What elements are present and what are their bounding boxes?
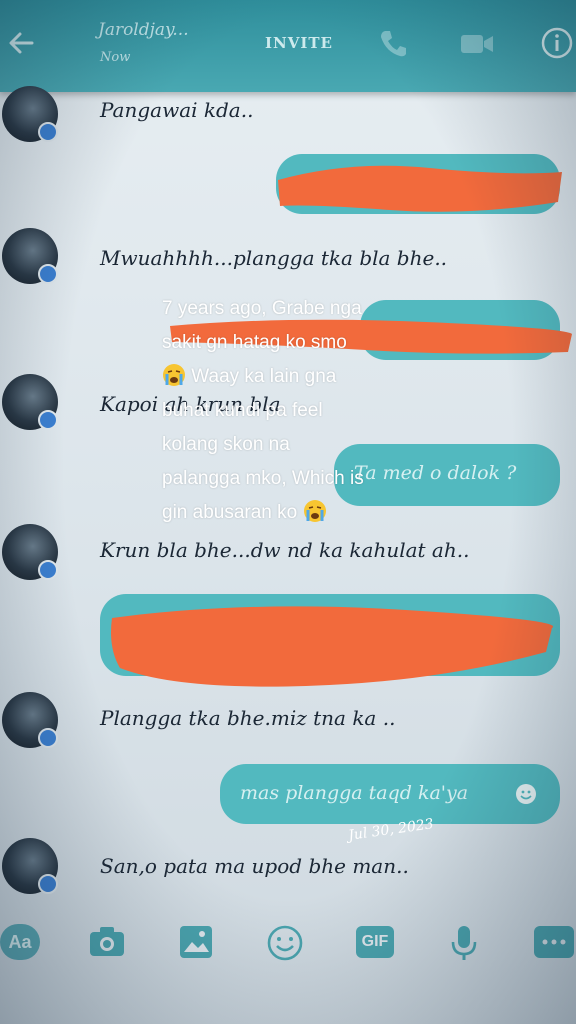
chat-header: Jaroldjay... Now INVITE [0, 0, 576, 92]
smiley-emoji-icon [516, 784, 536, 804]
info-icon[interactable] [540, 26, 574, 60]
messenger-badge-icon [38, 410, 58, 430]
caption-text: Waay ka lain gna [191, 366, 337, 387]
camera-icon[interactable] [88, 924, 126, 960]
mic-icon[interactable] [450, 924, 478, 962]
emoji-icon[interactable] [266, 924, 304, 962]
invite-button[interactable]: INVITE [265, 34, 333, 52]
more-icon[interactable] [534, 926, 574, 958]
contact-avatar[interactable] [2, 524, 58, 580]
redaction-scribble [111, 606, 554, 687]
back-arrow-icon[interactable] [4, 26, 38, 60]
gif-icon[interactable]: GIF [356, 926, 394, 958]
contact-avatar[interactable] [2, 228, 58, 284]
caption-text: gin abusaran ko [162, 502, 298, 523]
caption-line: kolang skon na [162, 434, 290, 455]
messenger-badge-icon [38, 728, 58, 748]
more-dots-icon [542, 939, 566, 945]
chat-screen: Jaroldjay... Now INVITE Pangawai kda.. M… [0, 0, 576, 1024]
outgoing-message-text: mas plangga taqd ka'ya [240, 782, 469, 804]
messenger-badge-icon [38, 874, 58, 894]
contact-avatar[interactable] [2, 86, 58, 142]
crying-face-icon [163, 364, 185, 386]
caption-line: buhat kundi pa feel [162, 400, 323, 421]
incoming-message: Plangga tka bhe.miz tna ka .. [100, 706, 396, 730]
caption-line: 7 years ago, Grabe nga [162, 298, 362, 319]
caption-line: sakit gn hatag ko smo [162, 332, 347, 353]
messenger-badge-icon [38, 122, 58, 142]
crying-face-icon [303, 500, 326, 522]
gallery-icon[interactable] [178, 924, 214, 960]
caption-line: Waay ka lain gna [162, 360, 432, 394]
caption-line: palangga mko, Which is [162, 468, 364, 489]
contact-avatar[interactable] [2, 692, 58, 748]
redaction-scribble [278, 165, 562, 212]
phone-icon[interactable] [376, 26, 410, 60]
aa-icon[interactable]: Aa [0, 924, 40, 960]
contact-status: Now [100, 50, 131, 65]
overlay-caption: 7 years ago, Grabe nga sakit gn hatag ko… [162, 292, 432, 530]
incoming-message: Pangawai kda.. [100, 98, 254, 122]
video-call-icon[interactable] [460, 32, 494, 56]
contact-avatar[interactable] [2, 838, 58, 894]
contact-name[interactable]: Jaroldjay... [98, 20, 189, 40]
incoming-message: Krun bla bhe...dw nd ka kahulat ah.. [100, 538, 470, 562]
contact-avatar[interactable] [2, 374, 58, 430]
incoming-message: Mwuahhhh...plangga tka bla bhe.. [100, 246, 448, 270]
messenger-badge-icon [38, 264, 58, 284]
incoming-message: San,o pata ma upod bhe man.. [100, 854, 409, 878]
messenger-badge-icon [38, 560, 58, 580]
caption-line: gin abusaran ko [162, 496, 432, 530]
composer-toolbar: Aa GIF [0, 910, 576, 980]
